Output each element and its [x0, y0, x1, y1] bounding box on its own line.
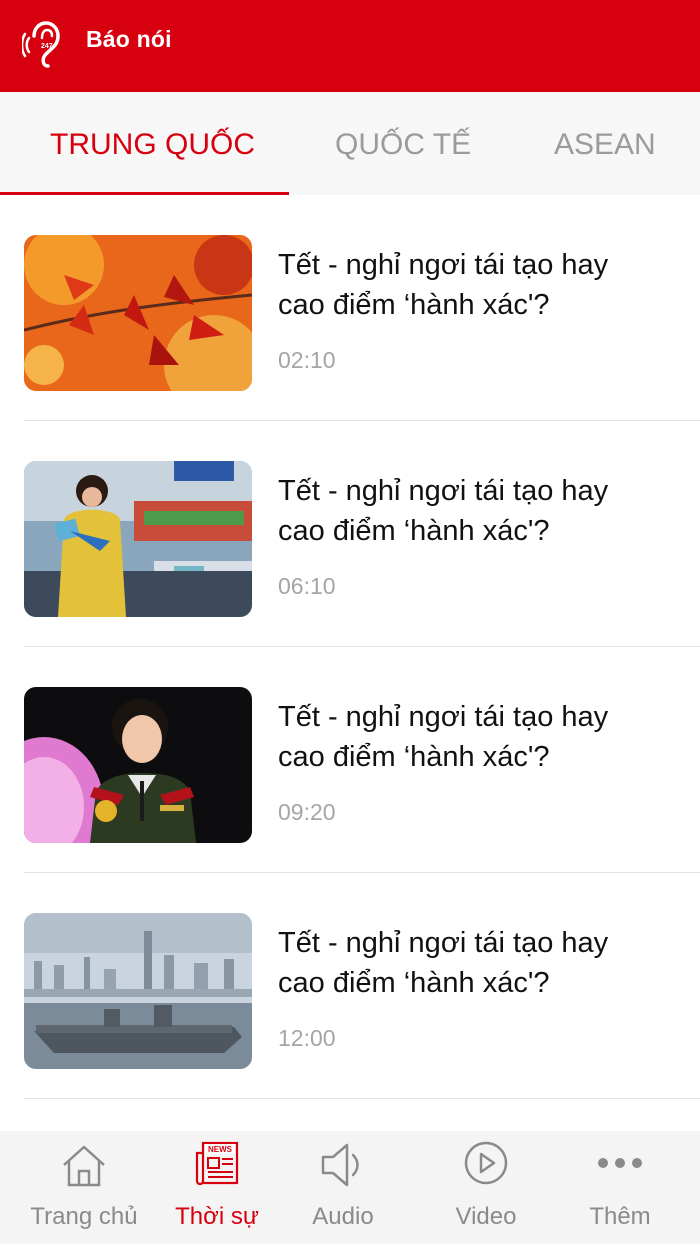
article-thumbnail	[24, 913, 252, 1069]
ear-sound-icon[interactable]: 247	[22, 18, 76, 72]
list-item[interactable]: Tết - nghỉ ngơi tái tạo hay cao điểm ‘hà…	[24, 421, 700, 647]
tab-quoc-te[interactable]: QUỐC TẾ	[335, 128, 471, 162]
category-tabs: TRUNG QUỐC QUỐC TẾ ASEAN	[0, 92, 700, 195]
list-item[interactable]: Tết - nghỉ ngơi tái tạo hay cao điểm ‘hà…	[24, 647, 700, 873]
nav-audio[interactable]: Audio	[273, 1131, 413, 1244]
tab-trung-quoc[interactable]: TRUNG QUỐC	[50, 128, 255, 162]
svg-text:NEWS: NEWS	[208, 1145, 233, 1154]
nav-label: Video	[455, 1203, 517, 1230]
article-title: Tết - nghỉ ngơi tái tạo hay cao điểm ‘hà…	[278, 249, 609, 321]
nav-home[interactable]: Trang chủ	[14, 1131, 154, 1244]
divider	[24, 1098, 700, 1099]
article-duration: 12:00	[278, 1025, 336, 1051]
red-leaves-photo	[24, 235, 252, 391]
nav-label: Thời sự	[175, 1203, 259, 1230]
nav-label: Audio	[312, 1203, 374, 1230]
app-header: 247 Báo nói	[0, 0, 700, 92]
article-thumbnail	[24, 461, 252, 617]
svg-text:247: 247	[41, 43, 53, 50]
nav-thoi-su[interactable]: NEWS Thời sự	[147, 1131, 287, 1244]
article-thumbnail	[24, 235, 252, 391]
more-icon	[598, 1158, 642, 1168]
article-title: Tết - nghỉ ngơi tái tạo hay cao điểm ‘hà…	[278, 701, 609, 773]
home-icon	[63, 1145, 105, 1187]
list-item[interactable]: Tết - nghỉ ngơi tái tạo hay cao điểm ‘hà…	[24, 195, 700, 421]
bottom-navigation: Trang chủ NEWS Thời sự Audio Video Thêm	[0, 1131, 700, 1244]
article-duration: 02:10	[278, 347, 336, 373]
list-item[interactable]: Tết - nghỉ ngơi tái tạo hay cao điểm ‘hà…	[24, 873, 700, 1099]
article-duration: 06:10	[278, 573, 336, 599]
article-title: Tết - nghỉ ngơi tái tạo hay cao điểm ‘hà…	[278, 927, 609, 999]
article-duration: 09:20	[278, 799, 336, 825]
speaker-icon	[321, 1143, 359, 1187]
article-title: Tết - nghỉ ngơi tái tạo hay cao điểm ‘hà…	[278, 475, 609, 547]
woman-in-uniform-photo	[24, 687, 252, 843]
play-icon	[464, 1141, 508, 1185]
woman-at-book-fair-photo	[24, 461, 252, 617]
aircraft-carrier-photo	[24, 913, 252, 1069]
news-icon: NEWS	[195, 1141, 239, 1186]
tab-asean[interactable]: ASEAN	[554, 128, 656, 162]
nav-label: Thêm	[589, 1203, 651, 1230]
article-thumbnail	[24, 687, 252, 843]
nav-label: Trang chủ	[30, 1203, 138, 1230]
nav-video[interactable]: Video	[416, 1131, 556, 1244]
app-title: Báo nói	[86, 26, 172, 52]
nav-more[interactable]: Thêm	[550, 1131, 690, 1244]
